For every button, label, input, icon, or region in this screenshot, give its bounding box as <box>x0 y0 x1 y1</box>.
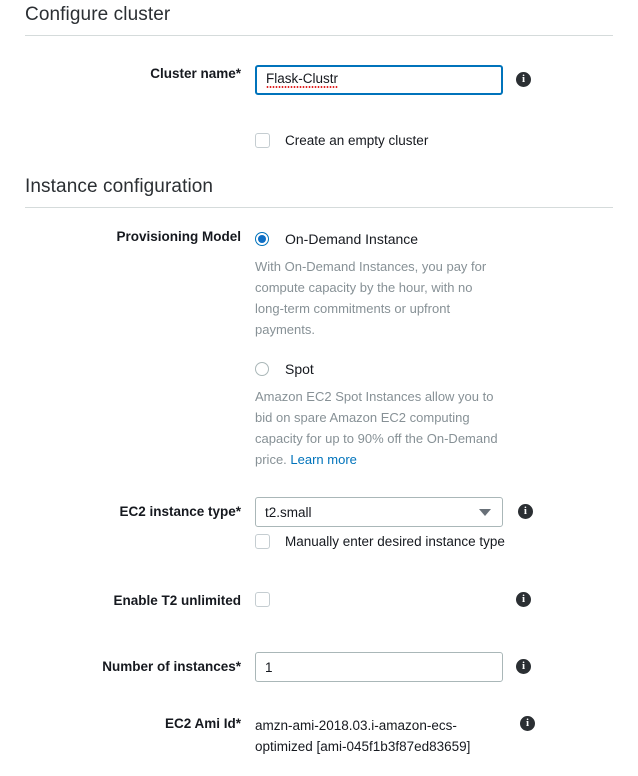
provisioning-model-label: Provisioning Model <box>116 229 241 244</box>
empty-cluster-checkbox[interactable] <box>255 133 270 148</box>
t2-unlimited-checkbox[interactable] <box>255 592 270 607</box>
ec2-ami-id-label: EC2 Ami Id* <box>164 716 241 731</box>
ec2-instance-type-select-shell[interactable]: t2.small <box>255 497 503 527</box>
provisioning-model-row: Provisioning Model On-Demand Instance Wi… <box>0 228 638 470</box>
t2-unlimited-label: Enable T2 unlimited <box>113 593 241 608</box>
cluster-name-label: Cluster name* <box>150 66 241 81</box>
configure-cluster-section: Configure cluster <box>0 4 638 36</box>
ec2-instance-type-row: EC2 instance type* t2.small Manually ent… <box>0 497 638 549</box>
cluster-name-row: Cluster name* Flask-Clustr i <box>0 65 638 95</box>
provisioning-option-on-demand[interactable]: On-Demand Instance <box>255 228 503 250</box>
page-title: Configure cluster <box>25 4 171 25</box>
ec2-ami-id-info-icon[interactable]: i <box>520 716 535 731</box>
spot-label: Spot <box>285 361 314 377</box>
on-demand-radio[interactable] <box>255 232 269 246</box>
ec2-instance-type-value: t2.small <box>265 504 312 520</box>
instance-configuration-section: Instance configuration <box>0 176 638 208</box>
empty-cluster-label: Create an empty cluster <box>285 133 429 148</box>
t2-unlimited-info-icon[interactable]: i <box>516 592 531 607</box>
title-divider <box>25 35 613 36</box>
ec2-ami-id-value: amzn-ami-2018.03.i-amazon-ecs-optimized … <box>255 718 471 754</box>
ec2-instance-type-info-icon[interactable]: i <box>517 504 533 519</box>
ec2-instance-type-label: EC2 instance type* <box>119 504 241 519</box>
number-of-instances-label: Number of instances* <box>102 659 241 674</box>
ec2-instance-type-select[interactable]: t2.small <box>255 497 503 527</box>
provisioning-option-spot[interactable]: Spot <box>255 358 503 380</box>
spot-description: Amazon EC2 Spot Instances allow you to b… <box>255 386 503 470</box>
empty-cluster-row: Create an empty cluster <box>0 133 638 148</box>
instance-configuration-title: Instance configuration <box>25 176 214 197</box>
spot-radio[interactable] <box>255 362 269 376</box>
spot-learn-more-link[interactable]: Learn more <box>290 452 356 467</box>
cluster-name-input[interactable] <box>255 65 503 95</box>
instance-configuration-divider <box>25 207 613 208</box>
t2-unlimited-row: Enable T2 unlimited i <box>0 592 638 609</box>
cluster-name-info-icon[interactable]: i <box>516 72 531 87</box>
on-demand-description: With On-Demand Instances, you pay for co… <box>255 259 487 337</box>
manual-instance-type-checkbox[interactable] <box>255 534 270 549</box>
ec2-ami-id-row: EC2 Ami Id* amzn-ami-2018.03.i-amazon-ec… <box>0 715 638 757</box>
empty-cluster-check-row[interactable]: Create an empty cluster <box>255 133 428 148</box>
cluster-name-input-shell[interactable]: Flask-Clustr <box>255 65 503 95</box>
manual-instance-type-label: Manually enter desired instance type <box>285 534 505 549</box>
number-of-instances-input[interactable] <box>255 652 503 682</box>
manual-instance-type-check-row[interactable]: Manually enter desired instance type <box>255 534 505 549</box>
on-demand-label: On-Demand Instance <box>285 231 419 247</box>
number-of-instances-info-icon[interactable]: i <box>516 659 531 674</box>
number-of-instances-row: Number of instances* i <box>0 652 638 682</box>
chevron-down-icon[interactable] <box>479 509 491 516</box>
